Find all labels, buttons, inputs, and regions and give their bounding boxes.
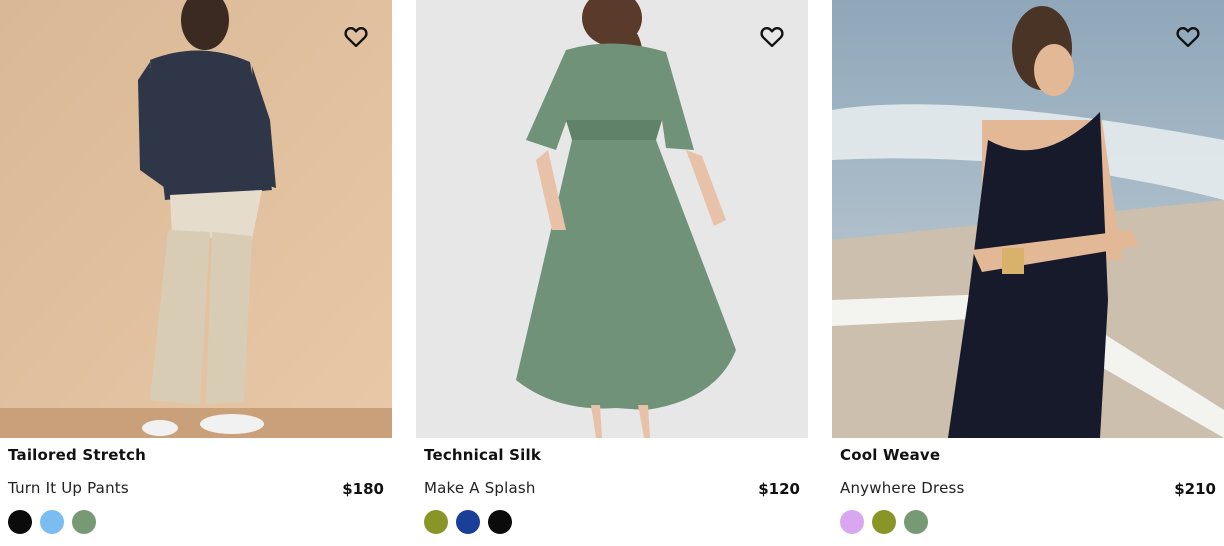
- product-name[interactable]: Cool Weave: [840, 446, 940, 464]
- color-swatches: [8, 510, 96, 534]
- color-swatch[interactable]: [8, 510, 32, 534]
- product-price: $180: [342, 480, 384, 498]
- wishlist-button[interactable]: [1174, 22, 1202, 50]
- color-swatch[interactable]: [424, 510, 448, 534]
- color-swatch[interactable]: [72, 510, 96, 534]
- product-price: $210: [1174, 480, 1216, 498]
- product-card[interactable]: Tailored Stretch Turn It Up Pants $180: [0, 0, 392, 546]
- wishlist-button[interactable]: [342, 22, 370, 50]
- product-card[interactable]: Cool Weave Anywhere Dress $210: [832, 0, 1224, 546]
- color-swatches: [424, 510, 512, 534]
- product-price: $120: [758, 480, 800, 498]
- color-swatch[interactable]: [488, 510, 512, 534]
- product-image[interactable]: [832, 0, 1224, 438]
- product-name[interactable]: Tailored Stretch: [8, 446, 146, 464]
- color-swatch[interactable]: [872, 510, 896, 534]
- color-swatches: [840, 510, 928, 534]
- heart-outline-icon: [344, 27, 368, 48]
- product-subtitle[interactable]: Anywhere Dress: [840, 479, 965, 497]
- heart-outline-icon: [760, 27, 784, 48]
- heart-outline-icon: [1176, 27, 1200, 48]
- product-image[interactable]: [416, 0, 808, 438]
- product-name[interactable]: Technical Silk: [424, 446, 541, 464]
- product-subtitle[interactable]: Make A Splash: [424, 479, 536, 497]
- product-card[interactable]: Technical Silk Make A Splash $120: [416, 0, 808, 546]
- color-swatch[interactable]: [904, 510, 928, 534]
- product-subtitle[interactable]: Turn It Up Pants: [8, 479, 129, 497]
- product-grid: Tailored Stretch Turn It Up Pants $180 T…: [0, 0, 1224, 546]
- color-swatch[interactable]: [840, 510, 864, 534]
- product-image[interactable]: [0, 0, 392, 438]
- color-swatch[interactable]: [40, 510, 64, 534]
- wishlist-button[interactable]: [758, 22, 786, 50]
- color-swatch[interactable]: [456, 510, 480, 534]
